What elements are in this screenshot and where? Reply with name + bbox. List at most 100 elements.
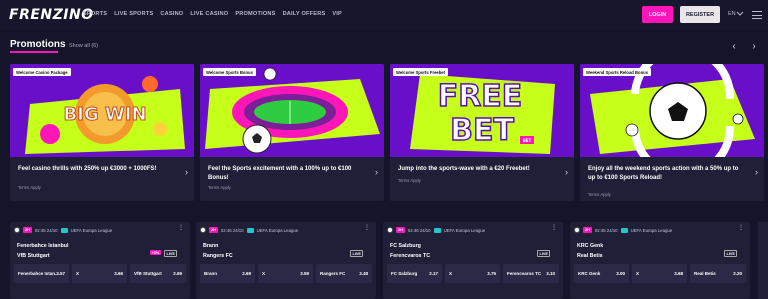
home-team: Fenerbahce Istanbul bbox=[17, 243, 69, 249]
home-team: KRC Genk bbox=[577, 243, 604, 249]
next-match-card-peek[interactable] bbox=[758, 222, 768, 299]
nav-daily-offers[interactable]: DAILY OFFERS bbox=[283, 11, 326, 17]
live-badge: LIVE bbox=[350, 250, 364, 258]
big-win-artwork: BIG WIN bbox=[10, 64, 194, 157]
register-button[interactable]: REGISTER bbox=[680, 6, 720, 23]
period-badge: 2H bbox=[23, 227, 32, 233]
odd-away-button[interactable]: Rangers FC 3.48 bbox=[316, 264, 372, 283]
live-badge: LIVE bbox=[724, 250, 738, 258]
terms-apply[interactable]: Terms Apply bbox=[208, 185, 231, 190]
match-header: 2H 02:45 24/10 UEFA Europa League bbox=[574, 227, 672, 233]
odd-away-button[interactable]: VfB Stuttgart 2.69 bbox=[130, 264, 186, 283]
home-team: FC Salzburg bbox=[390, 243, 421, 249]
soccer-ball-icon bbox=[574, 227, 580, 233]
language-selector[interactable]: EN bbox=[728, 11, 736, 17]
period-badge: 2H bbox=[583, 227, 592, 233]
chevron-right-icon[interactable]: › bbox=[375, 167, 378, 177]
live-badge: LIVE bbox=[164, 250, 178, 258]
odd-draw-button[interactable]: X 3.59 bbox=[258, 264, 313, 283]
chevron-right-icon[interactable]: › bbox=[748, 40, 760, 52]
odd-draw-button[interactable]: X 3.68 bbox=[632, 264, 687, 283]
frenzino-logo[interactable]: FRENZINO bbox=[9, 7, 94, 23]
odd-label: KRC Genk bbox=[578, 271, 601, 276]
nav-sports[interactable]: SPORTS bbox=[83, 11, 107, 17]
odd-home-button[interactable]: Brann 2.69 bbox=[200, 264, 255, 283]
promo-card-reload[interactable]: Weekend Sports Reload Bonus Enjoy all th… bbox=[580, 64, 764, 201]
promo-card-casino[interactable]: BIG WIN Welcome Casino Package Feel casi… bbox=[10, 64, 194, 201]
free-text: FREE bbox=[438, 79, 523, 114]
odd-value: 3.00 bbox=[616, 271, 625, 276]
more-icon[interactable]: ⋮ bbox=[178, 224, 184, 231]
nav-live-sports[interactable]: LIVE SPORTS bbox=[114, 11, 153, 17]
odd-draw-button[interactable]: X 3.75 bbox=[445, 264, 500, 283]
match-card[interactable]: 2H 02:45 24/10 UEFA Europa League ⋮ FC S… bbox=[383, 222, 563, 299]
match-card[interactable]: 2H 02:45 24/10 UEFA Europa League ⋮ KRC … bbox=[570, 222, 750, 299]
odd-label: X bbox=[449, 271, 453, 276]
odd-label: Rangers FC bbox=[320, 271, 346, 276]
stadium-artwork bbox=[200, 64, 384, 157]
terms-apply[interactable]: Terms Apply bbox=[18, 185, 41, 190]
match-header: 2H 02:45 24/10 UEFA Europa League bbox=[200, 227, 298, 233]
odd-away-button[interactable]: Ferencvaros TC 3.10 bbox=[503, 264, 559, 283]
chevron-right-icon[interactable]: › bbox=[565, 167, 568, 177]
promo-card-sports[interactable]: Welcome Sports Bonus Feel the Sports exc… bbox=[200, 64, 384, 201]
period-badge: 2H bbox=[209, 227, 218, 233]
odd-label: Brann bbox=[204, 271, 218, 276]
flag-icon bbox=[60, 227, 68, 233]
odd-away-button[interactable]: Real Betis 2.20 bbox=[690, 264, 746, 283]
match-card[interactable]: 2H 02:45 24/10 UEFA Europa League ⋮ Fene… bbox=[10, 222, 190, 299]
odd-value: 3.66 bbox=[114, 271, 123, 276]
chevron-down-icon[interactable] bbox=[736, 10, 744, 17]
odd-value: 2.69 bbox=[242, 271, 251, 276]
away-team: VfB Stuttgart bbox=[17, 253, 50, 259]
odd-value: 3.57 bbox=[56, 271, 65, 276]
menu-icon[interactable] bbox=[752, 11, 762, 19]
odd-home-button[interactable]: KRC Genk 3.00 bbox=[574, 264, 629, 283]
nav-live-casino[interactable]: LIVE CASINO bbox=[190, 11, 228, 17]
odd-value: 2.20 bbox=[733, 271, 742, 276]
nav-casino[interactable]: CASINO bbox=[160, 11, 183, 17]
chevron-left-icon[interactable]: ‹ bbox=[728, 40, 740, 52]
boost-badge: +3% bbox=[150, 250, 161, 256]
odd-label: Ferencvaros TC bbox=[507, 271, 542, 276]
promo-image-sports: Welcome Sports Bonus bbox=[200, 64, 384, 157]
nav-vip[interactable]: VIP bbox=[332, 11, 342, 17]
odd-label: VfB Stuttgart bbox=[134, 271, 162, 276]
odd-label: Real Betis bbox=[694, 271, 716, 276]
chevron-right-icon[interactable]: › bbox=[185, 167, 188, 177]
league-name: UEFA Europa League bbox=[443, 227, 486, 233]
promotions-title: Promotions bbox=[10, 39, 66, 50]
more-icon[interactable]: ⋮ bbox=[551, 224, 557, 231]
odd-home-button[interactable]: Fenerbahce Istan... 3.57 bbox=[14, 264, 69, 283]
odd-value: 2.69 bbox=[173, 271, 182, 276]
promo-tag: Welcome Sports Freebet bbox=[393, 68, 449, 76]
promo-description: Feel the Sports excitement with a 100% u… bbox=[208, 166, 352, 181]
promo-image-reload: Weekend Sports Reload Bonus bbox=[580, 64, 764, 157]
show-all-link[interactable]: Show all (6) bbox=[69, 43, 98, 49]
chevron-right-icon[interactable]: › bbox=[755, 167, 758, 177]
flag-icon bbox=[620, 227, 628, 233]
match-card[interactable]: 2H 02:45 24/10 UEFA Europa League ⋮ Bran… bbox=[196, 222, 376, 299]
more-icon[interactable]: ⋮ bbox=[364, 224, 370, 231]
terms-apply[interactable]: Terms Apply bbox=[398, 178, 421, 183]
promo-description: Feel casino thrills with 250% up €3000 +… bbox=[18, 166, 157, 172]
odd-home-button[interactable]: FC Salzburg 2.17 bbox=[387, 264, 442, 283]
soccer-ball-icon bbox=[14, 227, 20, 233]
odd-label: Fenerbahce Istan... bbox=[18, 271, 59, 276]
odd-value: 3.75 bbox=[487, 271, 496, 276]
soccer-ball-icon bbox=[200, 227, 206, 233]
login-button[interactable]: LOGIN bbox=[642, 6, 673, 23]
big-win-text: BIG WIN bbox=[63, 104, 146, 125]
flag-icon bbox=[433, 227, 441, 233]
league-name: UEFA Europa League bbox=[70, 227, 113, 233]
odd-draw-button[interactable]: X 3.66 bbox=[72, 264, 127, 283]
more-icon[interactable]: ⋮ bbox=[738, 224, 744, 231]
odd-label: X bbox=[262, 271, 266, 276]
terms-apply[interactable]: Terms Apply bbox=[588, 192, 611, 197]
period-badge: 2H bbox=[396, 227, 405, 233]
odd-label: X bbox=[636, 271, 640, 276]
odd-value: 3.59 bbox=[300, 271, 309, 276]
nav-promotions[interactable]: PROMOTIONS bbox=[235, 11, 275, 17]
reload-artwork bbox=[580, 64, 764, 157]
promo-card-freebet[interactable]: FREE BET BET Welcome Sports Freebet Jump… bbox=[390, 64, 574, 201]
